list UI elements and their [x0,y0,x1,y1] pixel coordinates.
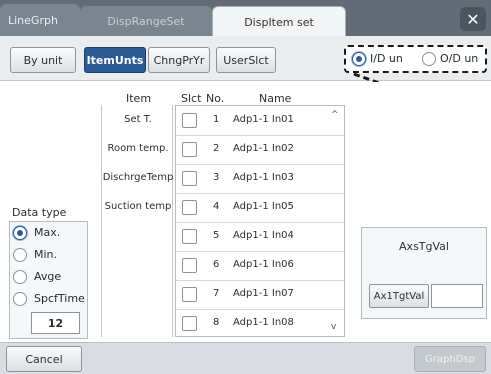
header-slct: Slct [181,92,202,105]
header-item: Item [126,92,152,105]
graph-display-button[interactable]: GraphDsp [414,346,486,372]
list-row[interactable]: 1 Adp1-1 In01 [176,106,344,136]
axis1-target-button[interactable]: Ax1TgtVal [369,284,429,308]
specified-time-field[interactable]: 12 [31,312,80,334]
max-radio[interactable] [13,226,27,240]
row-number: 6 [213,259,220,270]
tab-disp-item-set[interactable]: DispItem set [212,6,346,37]
row-name: Adp1-1 In07 [233,288,294,299]
data-type-option[interactable]: Max. [10,223,88,243]
item-column: Set T. Room temp. DischrgeTemp Suction t… [101,105,173,337]
avge-radio[interactable] [13,270,27,284]
select-checkbox[interactable] [182,171,197,186]
row-name: Adp1-1 In02 [233,143,294,154]
data-type-label: Data type [12,206,67,219]
id-unit-radio[interactable] [352,52,366,66]
scroll-up-icon[interactable]: ^ [331,110,339,120]
select-checkbox[interactable] [182,113,197,128]
user-select-button[interactable]: UserSlct [216,47,276,73]
row-number: 3 [213,172,220,183]
select-checkbox[interactable] [182,142,197,157]
item-label[interactable]: Set T. [102,114,174,125]
unit-selector: I/D un O/D un [344,45,487,73]
item-units-button[interactable]: ItemUnts [84,47,146,73]
list-row[interactable]: 3 Adp1-1 In03 [176,164,344,194]
header-no: No. [206,92,225,105]
id-unit-label: I/D un [370,52,403,65]
change-per-year-button[interactable]: ChngPrYr [148,47,210,73]
row-name: Adp1-1 In03 [233,172,294,183]
select-checkbox[interactable] [182,258,197,273]
close-button[interactable]: ✕ [460,7,486,31]
min-radio[interactable] [13,248,27,262]
row-number: 7 [213,288,220,299]
row-number: 8 [213,317,220,328]
row-number: 4 [213,201,220,212]
select-checkbox[interactable] [182,287,197,302]
list-row[interactable]: 8 Adp1-1 In08 [176,309,344,336]
select-checkbox[interactable] [182,200,197,215]
item-label[interactable]: DischrgeTemp [102,172,174,183]
close-icon: ✕ [466,9,480,29]
row-name: Adp1-1 In04 [233,230,294,241]
axis-target-title: AxsTgVal [399,240,449,253]
list-row[interactable]: 7 Adp1-1 In07 [176,280,344,310]
row-number: 2 [213,143,220,154]
max-label: Max. [34,226,61,239]
item-label[interactable]: Suction temp [102,201,174,212]
row-name: Adp1-1 In01 [233,114,294,125]
axis1-target-input[interactable] [431,284,483,308]
data-type-option[interactable]: Avge [10,267,88,287]
row-name: Adp1-1 In05 [233,201,294,212]
select-checkbox[interactable] [182,229,197,244]
list-row[interactable]: 6 Adp1-1 In06 [176,251,344,281]
spcftime-label: SpcfTime [34,292,85,305]
by-unit-button[interactable]: By unit [10,47,76,73]
row-number: 1 [213,114,220,125]
od-unit-label: O/D un [440,52,479,65]
tab-line-graph[interactable]: LineGrph [0,4,80,36]
scroll-down-icon[interactable]: v [331,322,336,332]
item-label[interactable]: Room temp. [102,143,174,154]
row-number: 5 [213,230,220,241]
row-name: Adp1-1 In06 [233,259,294,270]
spcftime-radio[interactable] [13,292,27,306]
data-type-option[interactable]: Min. [10,245,88,265]
select-checkbox[interactable] [182,316,197,331]
list-row[interactable]: 4 Adp1-1 In05 [176,193,344,223]
list-row[interactable]: 2 Adp1-1 In02 [176,135,344,165]
tab-disp-range-set[interactable]: DispRangeSet [80,6,212,36]
data-type-option[interactable]: SpcfTime [10,289,88,309]
od-unit-radio[interactable] [422,52,436,66]
row-name: Adp1-1 In08 [233,317,294,328]
sensor-list: 1 Adp1-1 In01 2 Adp1-1 In02 3 Adp1-1 In0… [175,105,345,337]
header-name: Name [259,92,292,105]
cancel-button[interactable]: Cancel [6,346,82,372]
avge-label: Avge [34,270,62,283]
list-row[interactable]: 5 Adp1-1 In04 [176,222,344,252]
min-label: Min. [34,248,58,261]
